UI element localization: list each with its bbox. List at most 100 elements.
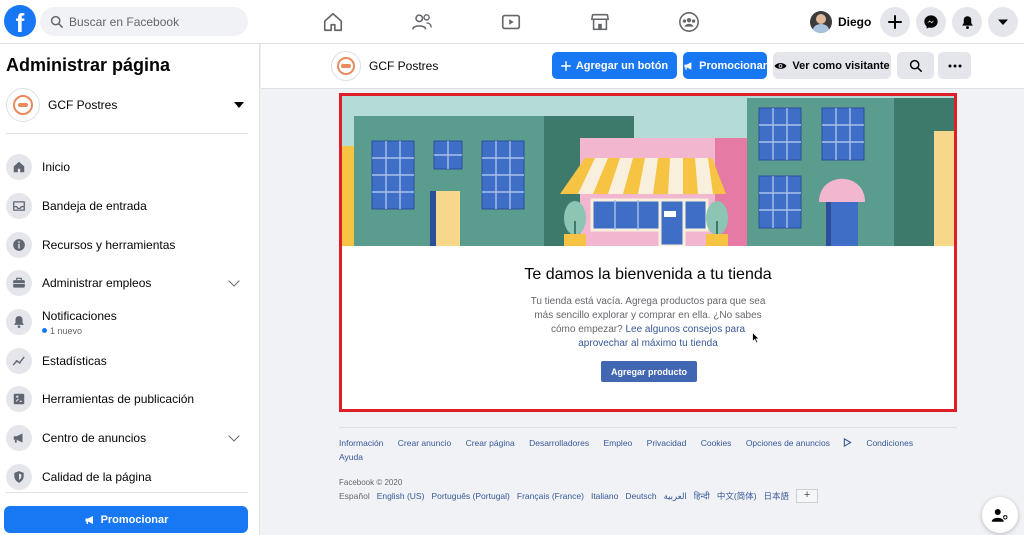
unread-dot (42, 328, 47, 334)
sidebar-item-jobs[interactable]: Administrar empleos (4, 264, 250, 303)
sidebar-item-publishing-tools[interactable]: Herramientas de publicación (4, 380, 250, 419)
page-selector-name: GCF Postres (48, 98, 118, 112)
more-languages-button[interactable]: + (796, 489, 819, 503)
shop-illustration (342, 96, 954, 246)
page-search-button[interactable] (897, 52, 934, 79)
ad-choices-icon (843, 437, 852, 448)
caret-down-icon (998, 19, 1008, 25)
language-link[interactable]: हिन्दी (694, 491, 710, 502)
footer-link[interactable]: Crear anuncio (398, 436, 451, 450)
footer-link[interactable]: Condiciones (866, 436, 913, 450)
friends-icon[interactable] (408, 8, 436, 36)
sidebar-item-label: Administrar empleos (42, 276, 152, 291)
groups-icon[interactable] (675, 8, 703, 36)
sidebar-item-page-quality[interactable]: Calidad de la página (4, 458, 250, 497)
people-icon (991, 509, 1008, 522)
profile-chip[interactable]: Diego (806, 7, 877, 37)
user-name: Diego (838, 15, 872, 29)
language-link[interactable]: 中文(简体) (717, 490, 757, 502)
account-menu-button[interactable] (988, 7, 1018, 37)
footer-link[interactable]: Empleo (603, 436, 632, 450)
sidebar-title: Administrar página (6, 55, 171, 75)
language-selector: Español English (US) Português (Portugal… (339, 489, 825, 503)
notifications-count: 1 nuevo (42, 326, 250, 336)
sidebar-item-label: Bandeja de entrada (42, 199, 147, 214)
megaphone-icon (6, 425, 32, 452)
page-logo[interactable] (331, 51, 361, 81)
add-button-button[interactable]: Agregar un botón (552, 52, 677, 79)
sidebar-item-label: Notificaciones (42, 308, 117, 323)
more-options-button[interactable] (938, 52, 971, 79)
sidebar-item-insights[interactable]: Estadísticas (4, 341, 250, 380)
sidebar-item-notifications[interactable]: Notificaciones 1 nuevo (4, 303, 250, 342)
more-icon (948, 64, 961, 67)
shield-icon (6, 463, 32, 490)
caret-down-icon[interactable] (234, 102, 244, 108)
plus-icon (560, 60, 571, 71)
messenger-button[interactable] (916, 7, 946, 37)
sidebar-item-inbox[interactable]: Bandeja de entrada (4, 187, 250, 226)
footer-link[interactable]: Ayuda (339, 450, 363, 464)
sidebar-item-label: Herramientas de publicación (42, 392, 195, 407)
sidebar-item-resources[interactable]: Recursos y herramientas (4, 225, 250, 264)
language-link[interactable]: 日本語 (764, 490, 790, 502)
language-link[interactable]: English (US) (377, 491, 425, 501)
language-link[interactable]: العربية (664, 491, 687, 502)
contacts-button[interactable] (982, 497, 1018, 533)
search-input[interactable] (69, 14, 239, 29)
footer-link[interactable]: Privacidad (647, 436, 687, 450)
language-link[interactable]: Português (Portugal) (431, 491, 509, 501)
sidebar-item-ad-center[interactable]: Centro de anuncios (4, 419, 250, 458)
page-logo (6, 88, 40, 122)
sidebar-menu: Inicio Bandeja de entrada Recursos y her… (4, 148, 250, 496)
sidebar-item-label: Centro de anuncios (42, 431, 147, 446)
search-box[interactable] (40, 7, 248, 36)
sidebar-item-inicio[interactable]: Inicio (4, 148, 250, 187)
footer-link[interactable]: Cookies (701, 436, 732, 450)
marketplace-icon[interactable] (586, 8, 614, 36)
footer-link[interactable]: Desarrolladores (529, 436, 589, 450)
sidebar-item-label: Calidad de la página (42, 469, 152, 484)
plus-icon (888, 15, 902, 29)
promote-label: Promocionar (699, 59, 767, 72)
user-avatar (810, 11, 832, 33)
top-navigation-bar: f Diego (0, 0, 1024, 44)
add-product-button[interactable]: Agregar producto (601, 361, 697, 382)
tools-icon (6, 386, 32, 413)
chevron-down-icon[interactable] (228, 275, 240, 288)
shop-welcome-description: Tu tienda está vacía. Agrega productos p… (528, 295, 768, 351)
facebook-logo[interactable]: f (4, 5, 36, 37)
view-as-visitor-button[interactable]: Ver como visitante (773, 52, 891, 79)
view-as-label: Ver como visitante (792, 59, 890, 72)
language-link[interactable]: Français (France) (517, 491, 584, 501)
watch-icon[interactable] (497, 8, 525, 36)
footer-links: Información Crear anuncio Crear página D… (339, 436, 957, 464)
bell-icon (6, 309, 32, 336)
divider (6, 133, 248, 134)
notifications-button[interactable] (952, 7, 982, 37)
inbox-icon (6, 193, 32, 220)
footer-link-ad-choices[interactable]: Opciones de anuncios (746, 436, 852, 450)
eye-icon (774, 62, 787, 69)
language-link[interactable]: Deutsch (625, 491, 656, 501)
promote-label: Promocionar (100, 513, 169, 526)
chevron-down-icon[interactable] (228, 430, 240, 442)
footer-link[interactable]: Información (339, 436, 383, 450)
page-name[interactable]: GCF Postres (369, 59, 438, 73)
megaphone-icon (85, 515, 93, 524)
bell-icon (961, 15, 973, 29)
add-button-label: Agregar un botón (575, 59, 669, 72)
current-language: Español (339, 491, 370, 501)
notifications-count-text: 1 nuevo (50, 325, 83, 336)
promote-button[interactable]: Promocionar (683, 52, 767, 79)
language-link[interactable]: Italiano (591, 491, 618, 501)
home-icon (6, 154, 32, 181)
sidebar-item-label: Estadísticas (42, 353, 107, 368)
footer-link[interactable]: Crear página (466, 436, 515, 450)
home-icon[interactable] (319, 8, 347, 36)
create-button[interactable] (880, 7, 910, 37)
page-selector[interactable]: GCF Postres (6, 86, 248, 124)
shop-welcome-card: Te damos la bienvenida a tu tienda Tu ti… (339, 93, 957, 412)
sidebar-promote-button[interactable]: Promocionar (4, 506, 248, 533)
sidebar-item-label: Recursos y herramientas (42, 237, 176, 252)
